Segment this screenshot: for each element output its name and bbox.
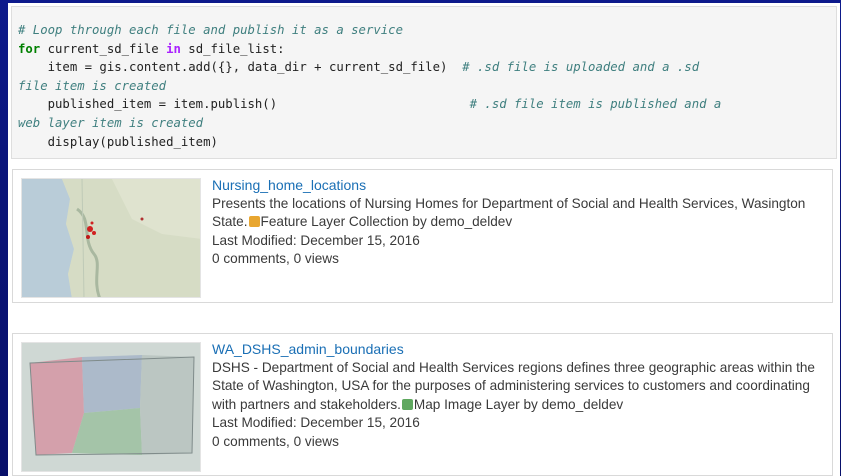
item-title-link[interactable]: WA_DSHS_admin_boundaries [212, 340, 822, 359]
code-text: item = gis.content.add({}, data_dir + cu… [18, 60, 463, 75]
code-comment: file item is created [18, 78, 167, 93]
code-text: sd_file_list: [180, 41, 285, 56]
code-comment: # Loop through each file and publish it … [18, 23, 403, 37]
item-last-modified: Last Modified: December 15, 2016 [212, 415, 420, 431]
code-comment: web layer item is created [18, 115, 204, 130]
item-stats: 0 comments, 0 views [212, 251, 339, 267]
code-text: published_item = item.publish() [18, 97, 470, 112]
item-type-label: Map Image Layer by demo_deldev [413, 396, 624, 412]
item-stats: 0 comments, 0 views [212, 433, 339, 449]
feature-layer-icon [248, 216, 260, 228]
map-image-layer-icon [401, 398, 413, 410]
item-title-link[interactable]: Nursing_home_locations [212, 176, 822, 195]
notebook-output-frame: # Loop through each file and publish it … [8, 3, 840, 476]
code-keyword-in: in [166, 41, 181, 56]
washington-regions-thumbnail[interactable] [21, 342, 201, 472]
map-thumbnail-image [22, 343, 200, 471]
item-card: Nursing_home_locations Presents the loca… [12, 169, 833, 303]
code-keyword-for: for [18, 41, 41, 56]
code-text: display(published_item) [18, 134, 218, 149]
code-cell[interactable]: # Loop through each file and publish it … [11, 6, 837, 159]
item-card: WA_DSHS_admin_boundaries DSHS - Departme… [12, 333, 833, 476]
item-info: WA_DSHS_admin_boundaries DSHS - Departme… [212, 340, 822, 452]
code-comment: # .sd file item is published and a [469, 97, 722, 112]
washington-basemap-thumbnail[interactable] [21, 178, 201, 298]
map-thumbnail-image [22, 179, 200, 297]
code-comment: # .sd file is uploaded and a .sd [462, 60, 700, 75]
item-type-label: Feature Layer Collection by demo_deldev [260, 214, 513, 230]
code-text: current_sd_file [40, 41, 167, 56]
item-last-modified: Last Modified: December 15, 2016 [212, 232, 420, 248]
item-info: Nursing_home_locations Presents the loca… [212, 176, 822, 269]
